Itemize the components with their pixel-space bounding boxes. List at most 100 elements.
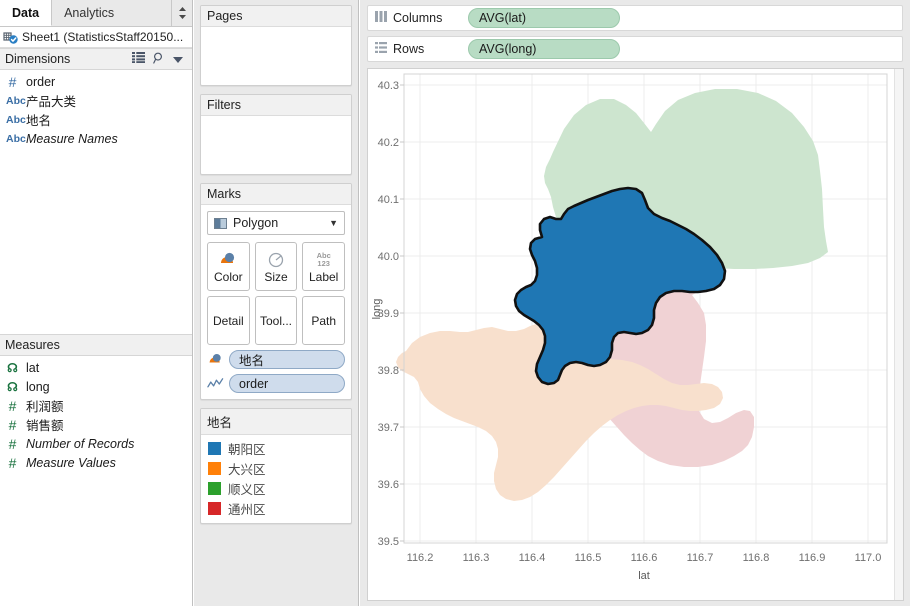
columns-shelf[interactable]: Columns AVG(lat): [367, 5, 903, 31]
text-type-icon: Abc: [6, 113, 26, 126]
svg-text:39.6: 39.6: [378, 479, 399, 491]
tab-analytics[interactable]: Analytics: [52, 0, 172, 26]
geo-type-icon: ☊: [7, 360, 18, 375]
field-measure-names[interactable]: Abc Measure Names: [0, 129, 192, 148]
label-button-label: Label: [308, 270, 339, 284]
legend-label: 通州区: [228, 502, 266, 517]
x-axis-title: lat: [638, 570, 650, 582]
legend-item[interactable]: 朝阳区: [201, 438, 351, 458]
pages-dropzone[interactable]: [201, 27, 351, 85]
field-long[interactable]: ☊ long: [0, 377, 192, 396]
marks-pill-order: order: [207, 374, 345, 393]
detail-button[interactable]: Detail: [207, 296, 250, 345]
polygon-icon: [214, 217, 227, 229]
legend-item[interactable]: 通州区: [201, 498, 351, 518]
label-button[interactable]: Abc 123 Label: [302, 242, 346, 291]
path-icon: [207, 375, 224, 392]
view-pane: Columns AVG(lat) Rows AVG(long) 40.3 40.…: [360, 0, 910, 606]
legend-swatch: [208, 481, 221, 495]
field-label: Measure Values: [26, 455, 116, 470]
svg-text:39.7: 39.7: [378, 422, 399, 434]
number-type-icon: #: [8, 435, 17, 452]
svg-text:117.0: 117.0: [855, 552, 882, 564]
rows-text: Rows: [393, 42, 425, 56]
marks-card: Marks Polygon ▼ Color Size Abc 123 Label…: [200, 183, 352, 400]
pill-label: 地名: [239, 354, 265, 368]
color-button[interactable]: Color: [207, 242, 250, 291]
pill-place-name[interactable]: 地名: [229, 350, 345, 369]
vertical-scrollbar[interactable]: [894, 69, 903, 600]
measures-title: Measures: [5, 338, 60, 352]
search-icon[interactable]: [153, 52, 165, 67]
field-sales[interactable]: # 销售额: [0, 415, 192, 434]
measures-section: Measures ☊ lat ☊ long # 利润额 # 销售额 # Numb…: [0, 334, 192, 474]
marks-title: Marks: [201, 184, 351, 205]
legend-swatch: [208, 441, 221, 455]
pill-avg-lat[interactable]: AVG(lat): [468, 8, 620, 28]
rows-shelf-label: Rows: [368, 42, 468, 56]
field-order[interactable]: # order: [0, 72, 192, 91]
svg-text:116.5: 116.5: [575, 552, 602, 564]
pane-resize-handle[interactable]: [172, 0, 192, 26]
size-icon: [267, 250, 285, 269]
map-viewport[interactable]: 40.3 40.2 40.1 40.0 39.9 39.8 39.7 39.6 …: [367, 68, 904, 601]
chevron-down-icon[interactable]: [173, 52, 183, 66]
columns-text: Columns: [393, 11, 443, 25]
y-axis-title: long: [371, 299, 383, 320]
field-measure-values[interactable]: # Measure Values: [0, 453, 192, 472]
datasource-row[interactable]: Sheet1 (StatisticsStaff20150...: [0, 27, 192, 48]
field-label: 销售额: [26, 419, 64, 433]
tooltip-button[interactable]: Tool...: [254, 296, 298, 345]
field-label: 利润额: [26, 400, 64, 414]
shelf-pane: Pages Filters Marks Polygon ▼ Color Size…: [194, 0, 359, 606]
field-lat[interactable]: ☊ lat: [0, 358, 192, 377]
detail-button-label: Detail: [212, 313, 244, 328]
field-number-of-records[interactable]: # Number of Records: [0, 434, 192, 453]
filters-title: Filters: [201, 95, 351, 116]
number-type-icon: #: [8, 416, 17, 433]
field-label: lat: [26, 360, 40, 375]
field-label: order: [26, 74, 56, 89]
field-product-category[interactable]: Abc 产品大类: [0, 91, 192, 110]
marks-button-row-1: Color Size Abc 123 Label: [207, 242, 346, 291]
number-type-icon: #: [8, 73, 17, 90]
pill-label: order: [239, 376, 269, 391]
size-button[interactable]: Size: [254, 242, 298, 291]
mark-type-select[interactable]: Polygon ▼: [207, 211, 345, 235]
data-pane: Data Analytics Sheet1 (StatisticsStaff20…: [0, 0, 193, 606]
rows-shelf[interactable]: Rows AVG(long): [367, 36, 903, 62]
dimensions-header: Dimensions: [0, 48, 192, 70]
color-button-label: Color: [213, 270, 243, 284]
datasource-name: Sheet1 (StatisticsStaff20150...: [22, 30, 184, 44]
filters-dropzone[interactable]: [201, 116, 351, 174]
mark-type-label: Polygon: [233, 216, 279, 230]
path-button[interactable]: Path: [302, 296, 346, 345]
size-button-label: Size: [264, 270, 288, 284]
svg-text:116.2: 116.2: [407, 552, 434, 564]
filters-card: Filters: [200, 94, 352, 175]
field-label: 产品大类: [26, 95, 77, 109]
svg-text:40.3: 40.3: [378, 80, 399, 92]
number-type-icon: #: [8, 397, 17, 414]
svg-text:116.3: 116.3: [463, 552, 490, 564]
measures-header: Measures: [0, 334, 192, 356]
legend-item[interactable]: 大兴区: [201, 458, 351, 478]
field-profit[interactable]: # 利润额: [0, 396, 192, 415]
tab-data[interactable]: Data: [0, 0, 53, 26]
legend-item[interactable]: 顺义区: [201, 478, 351, 498]
legend-title: 地名: [201, 409, 351, 435]
pill-avg-long[interactable]: AVG(long): [468, 39, 620, 59]
geo-type-icon: ☊: [7, 379, 18, 394]
svg-text:116.8: 116.8: [743, 552, 770, 564]
columns-icon: [375, 11, 387, 25]
dimensions-title: Dimensions: [5, 52, 71, 66]
pages-title: Pages: [201, 6, 351, 27]
legend-label: 大兴区: [228, 462, 266, 477]
field-place-name[interactable]: Abc 地名: [0, 110, 192, 129]
svg-text:116.4: 116.4: [519, 552, 546, 564]
legend-swatch: [208, 501, 221, 515]
grid-view-icon[interactable]: [132, 52, 145, 66]
datasource-icon: [3, 30, 19, 45]
pill-order[interactable]: order: [229, 374, 345, 393]
map-plot[interactable]: 40.3 40.2 40.1 40.0 39.9 39.8 39.7 39.6 …: [368, 69, 903, 600]
